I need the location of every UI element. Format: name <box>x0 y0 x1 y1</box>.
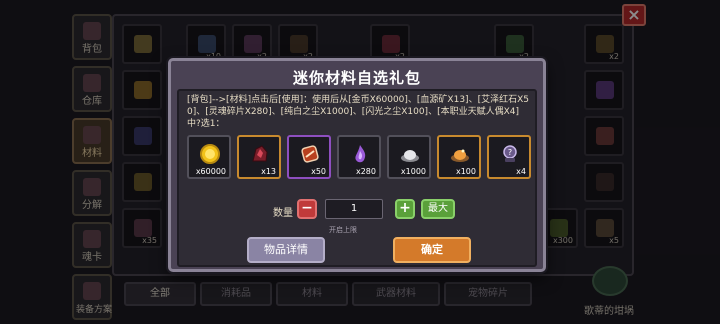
reward-option-soul-shard[interactable]: x280 <box>337 135 381 179</box>
reward-option-gold[interactable]: x60000 <box>187 135 231 179</box>
reward-option-flash-dust[interactable]: x100 <box>437 135 481 179</box>
minus-icon: − <box>301 200 313 216</box>
reward-option-talent-doll[interactable]: ? x4 <box>487 135 531 179</box>
reward-options: x60000 x13 x50 x280 x1000 x100 ? x4 <box>187 135 533 181</box>
plus-icon: + <box>399 200 411 216</box>
reward-count: x60000 <box>195 167 226 176</box>
dialog-title: 迷你材料自选礼包 <box>292 69 421 87</box>
reward-option-blood-ore[interactable]: x13 <box>237 135 281 179</box>
gift-pack-dialog: 迷你材料自选礼包 [背包]-->[材料]点击后[使用]：使用后从[金币X6000… <box>168 58 546 272</box>
dialog-body: [背包]-->[材料]点击后[使用]：使用后从[金币X60000]、[血源矿X1… <box>177 89 537 267</box>
reward-count: x13 <box>261 167 276 176</box>
increase-quantity-button[interactable]: + <box>395 199 415 219</box>
svg-text:?: ? <box>508 148 512 157</box>
reward-option-white-dust[interactable]: x1000 <box>387 135 431 179</box>
quantity-label: 数量 <box>273 208 293 219</box>
blood-ore-icon <box>252 145 268 162</box>
dialog-description: [背包]-->[材料]点击后[使用]：使用后从[金币X60000]、[血源矿X1… <box>187 95 529 129</box>
gold-coin-icon <box>200 144 220 164</box>
decrease-quantity-button[interactable]: − <box>297 199 317 219</box>
max-quantity-button[interactable]: 最大 <box>421 199 455 219</box>
quantity-input[interactable]: 1 <box>325 199 383 219</box>
reward-count: x100 <box>455 167 476 176</box>
reward-count: x50 <box>311 167 326 176</box>
talent-doll-icon: ? <box>503 145 517 162</box>
reward-count: x280 <box>355 167 376 176</box>
reward-option-red-stone[interactable]: x50 <box>287 135 331 179</box>
red-stone-icon <box>301 145 319 163</box>
reward-count: x4 <box>516 167 526 176</box>
open-limit-note: 开启上限 <box>329 226 357 234</box>
white-dust-icon <box>401 150 419 162</box>
reward-count: x1000 <box>400 167 426 176</box>
flash-dust-icon <box>451 149 469 162</box>
confirm-button[interactable]: 确定 <box>393 237 471 263</box>
item-details-button[interactable]: 物品详情 <box>247 237 325 263</box>
soul-shard-icon <box>355 145 366 163</box>
